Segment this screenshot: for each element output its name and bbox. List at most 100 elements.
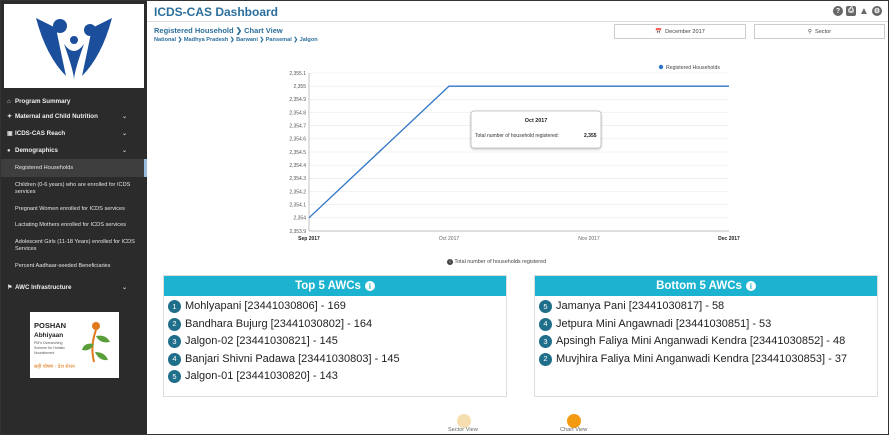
sidebar-item-icds-cas-reach[interactable]: ▣ ICDS-CAS Reach ⌄	[1, 125, 147, 142]
poshan-title1: POSHAN	[34, 321, 66, 330]
settings-icon[interactable]: ⚙	[872, 6, 882, 16]
breadcrumb-block[interactable]: Pansemal	[266, 37, 292, 43]
breadcrumb-sector[interactable]: Jalgon	[300, 37, 318, 43]
x-tick-label: Dec 2017	[718, 236, 740, 242]
sidebar-item-maternal-child-nutrition[interactable]: ✦ Maternal and Child Nutrition ⌄	[1, 108, 147, 125]
sidebar-subitem-lactating-mothers[interactable]: Lactating Mothers enrolled for ICDS serv…	[1, 217, 147, 234]
infrastructure-icon: ⚑	[7, 285, 13, 291]
y-tick-label: 2,354.4	[289, 163, 306, 169]
y-axis-ticks: 2,353.9 2,354 2,354.1 2,354.2 2,354.3 2,354.4…	[289, 71, 306, 235]
y-tick-label: 2,355	[293, 84, 306, 90]
bottom-awcs-panel: Bottom 5 AWCs i 5 Jamanya Pani [23441030…	[534, 275, 878, 397]
sector-view-label[interactable]: Sector View	[448, 427, 478, 433]
y-tick-label: 2,354.2	[289, 189, 306, 195]
y-tick-label: 2,353.9	[289, 229, 306, 235]
rank-badge: 4	[539, 317, 552, 331]
location-pin-icon: ⚲	[807, 28, 812, 35]
top-awcs-list: 1 Mohlyapani [23441030806] - 169 2 Bandh…	[164, 300, 506, 384]
tooltip-value: 2,355	[584, 133, 597, 139]
sidebar-item-label: AWC Infrastructure	[15, 284, 72, 291]
y-tick-label: 2,354.1	[289, 202, 306, 208]
print-icon[interactable]: ⎙	[846, 6, 856, 16]
breadcrumb-state[interactable]: Madhya Pradesh	[184, 37, 228, 43]
poshan-tagline2: Scheme for Holistic	[34, 346, 65, 350]
poshan-tagline1: PM's Overarching	[34, 341, 62, 345]
sidebar-subitem-aadhaar-seeded[interactable]: Percent Aadhaar-seeded Beneficiaries	[1, 258, 147, 274]
chevron-right-icon: ❯	[235, 26, 245, 35]
legend-dot	[658, 64, 664, 70]
breadcrumb-national[interactable]: National	[154, 37, 176, 43]
poshan-abhiyaan-logo: POSHAN Abhiyaan PM's Overarching Scheme …	[30, 312, 119, 378]
x-tick-label: Oct 2017	[439, 236, 460, 242]
rank-badge: 5	[539, 300, 552, 313]
list-item: 5 Jamanya Pani [23441030817] - 58	[535, 300, 877, 314]
sidebar-subitem-adolescent-girls[interactable]: Adolescent Girls (11-18 Years) enrolled …	[1, 234, 147, 258]
chevron-down-icon: ⌄	[121, 114, 127, 120]
bottom-awcs-list: 5 Jamanya Pani [23441030817] - 58 4 Jetp…	[535, 300, 877, 366]
chart-grid	[308, 72, 729, 232]
top-awcs-header: Top 5 AWCs i	[164, 276, 506, 296]
chart-view-label[interactable]: Chart View	[560, 427, 587, 433]
top-awcs-panel: Top 5 AWCs i 1 Mohlyapani [23441030806] …	[163, 275, 507, 397]
date-filter[interactable]: 📅 December 2017	[614, 24, 746, 39]
rank-badge: 3	[168, 335, 181, 348]
nutrition-icon: ✦	[7, 114, 13, 120]
chart-view-toggle[interactable]	[567, 414, 581, 428]
chevron-down-icon: ⌄	[121, 131, 127, 137]
poshan-slogan: सही पोषण - देश रोशन	[34, 363, 75, 370]
list-item: 3 Apsingh Faliya Mini Anganwadi Kendra […	[535, 335, 877, 349]
x-tick-label: Nov 2017	[578, 236, 600, 242]
rank-badge: 2	[539, 352, 552, 366]
chart-legend[interactable]: Registered Households	[658, 64, 721, 71]
main-content: ICDS-CAS Dashboard ? ⎙ ▲ ⚙ Registered Ho…	[147, 1, 888, 434]
help-icon[interactable]: ?	[833, 6, 843, 16]
sidebar-item-program-summary[interactable]: ⌂ Program Summary	[1, 95, 147, 108]
sidebar-subitem-pregnant-women[interactable]: Pregnant Women enrolled for ICDS service…	[1, 201, 147, 217]
alert-icon[interactable]: ▲	[859, 6, 869, 17]
sidebar-item-awc-infrastructure[interactable]: ⚑ AWC Infrastructure ⌄	[1, 279, 147, 296]
page-subtitle: Registered Household ❯ Chart View	[154, 26, 283, 35]
bottom-awcs-header: Bottom 5 AWCs i	[535, 276, 877, 296]
rank-badge: 4	[168, 352, 181, 366]
reach-icon: ▣	[7, 131, 13, 137]
y-tick-label: 2,354.6	[289, 137, 306, 143]
x-tick-label: Sep 2017	[298, 236, 320, 242]
location-filter[interactable]: ⚲ Sector	[754, 24, 885, 39]
sidebar-item-label: Program Summary	[15, 98, 71, 105]
family-logo-icon	[36, 18, 112, 80]
rank-badge: 2	[168, 317, 181, 331]
chevron-down-icon: ⌄	[121, 285, 127, 291]
chevron-down-icon: ⌄	[121, 148, 127, 154]
sidebar-item-demographics[interactable]: ● Demographics ⌄	[1, 142, 147, 159]
poshan-title2: Abhiyaan	[34, 332, 63, 339]
info-icon[interactable]: i	[364, 281, 375, 291]
breadcrumb: National ❯ Madhya Pradesh ❯ Barwani ❯ Pa…	[154, 37, 318, 43]
breadcrumb-district[interactable]: Barwani	[236, 37, 258, 43]
list-item: 2 Bandhara Bujurg [23441030802] - 164	[164, 317, 506, 332]
app-title: ICDS-CAS Dashboard	[154, 5, 279, 19]
y-tick-label: 2,354	[293, 216, 306, 222]
header-icons: ? ⎙ ▲ ⚙	[833, 6, 882, 17]
sidebar-item-label: ICDS-CAS Reach	[15, 130, 66, 137]
y-tick-label: 2,354.5	[289, 150, 306, 156]
info-icon: i	[447, 259, 453, 265]
info-icon[interactable]: i	[745, 281, 756, 291]
icds-logo	[4, 4, 144, 88]
registered-households-chart: 2,353.9 2,354 2,354.1 2,354.2 2,354.3 2,354.4…	[289, 64, 740, 242]
calendar-icon: 📅	[655, 28, 663, 35]
tooltip-label: Total number of household registered:	[475, 133, 559, 139]
y-tick-label: 2,354.8	[289, 110, 306, 116]
app-frame: ⌂ Program Summary ✦ Maternal and Child N…	[0, 0, 889, 435]
sidebar-subitem-registered-households[interactable]: Registered Households	[1, 159, 147, 177]
y-tick-label: 2,355.1	[289, 71, 306, 77]
list-item: 4 Jetpura Mini Angawnadi [23441030851] -…	[535, 317, 877, 332]
top-header: ICDS-CAS Dashboard ? ⎙ ▲ ⚙	[147, 1, 888, 22]
list-item: 2 Muvjhira Faliya Mini Anganwadi Kendra …	[535, 352, 877, 367]
sidebar-nav: ⌂ Program Summary ✦ Maternal and Child N…	[1, 95, 147, 296]
poshan-leaf-icon	[82, 322, 110, 363]
sidebar-subitem-children-enrolled[interactable]: Children (0-6 years) who are enrolled fo…	[1, 177, 147, 201]
legend-label: Registered Households	[666, 65, 720, 71]
home-icon: ⌂	[7, 98, 11, 105]
rank-badge: 1	[168, 300, 181, 313]
sector-view-toggle[interactable]	[457, 414, 471, 428]
